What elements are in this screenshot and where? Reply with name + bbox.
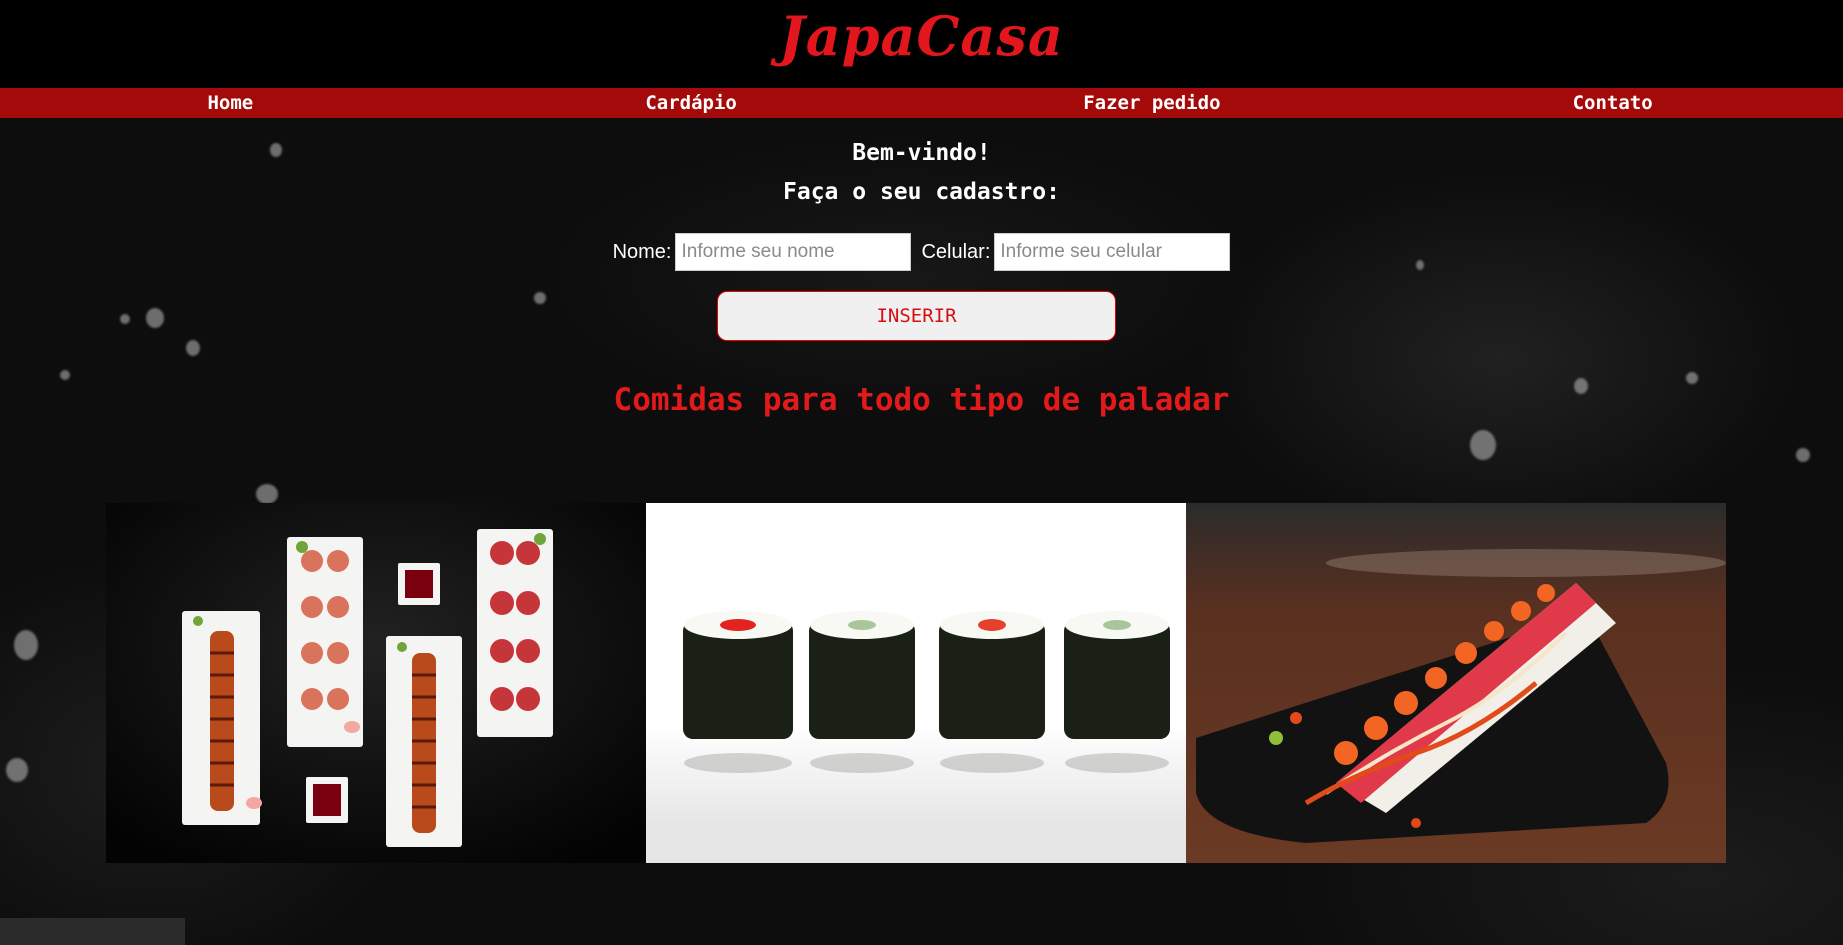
salmon-roe-roll-image [1186,503,1726,863]
maki-rolls-image [646,503,1186,863]
signup-heading: Faça o seu cadastro: [783,179,1060,205]
corner-shade [0,918,185,945]
nav-order-link[interactable]: Fazer pedido [922,88,1383,118]
insert-button[interactable]: INSERIR [717,291,1116,341]
main-nav: Home Cardápio Fazer pedido Contato [0,88,1843,118]
sushi-platter-image [106,503,646,863]
name-label: Nome: [612,240,672,263]
signup-form: Nome: Celular: [0,233,1843,271]
name-input[interactable] [675,233,912,271]
food-gallery [106,503,1726,863]
welcome-heading: Bem-vindo! [852,140,991,166]
phone-label: Celular: [921,240,991,263]
site-header: JapaCasa [0,0,1843,88]
nav-menu-link[interactable]: Cardápio [461,88,922,118]
nav-contact-link[interactable]: Contato [1382,88,1843,118]
nav-home-link[interactable]: Home [0,88,461,118]
phone-input[interactable] [994,233,1231,271]
tagline: Comidas para todo tipo de paladar [613,382,1230,418]
site-logo[interactable]: JapaCasa [779,4,1064,68]
